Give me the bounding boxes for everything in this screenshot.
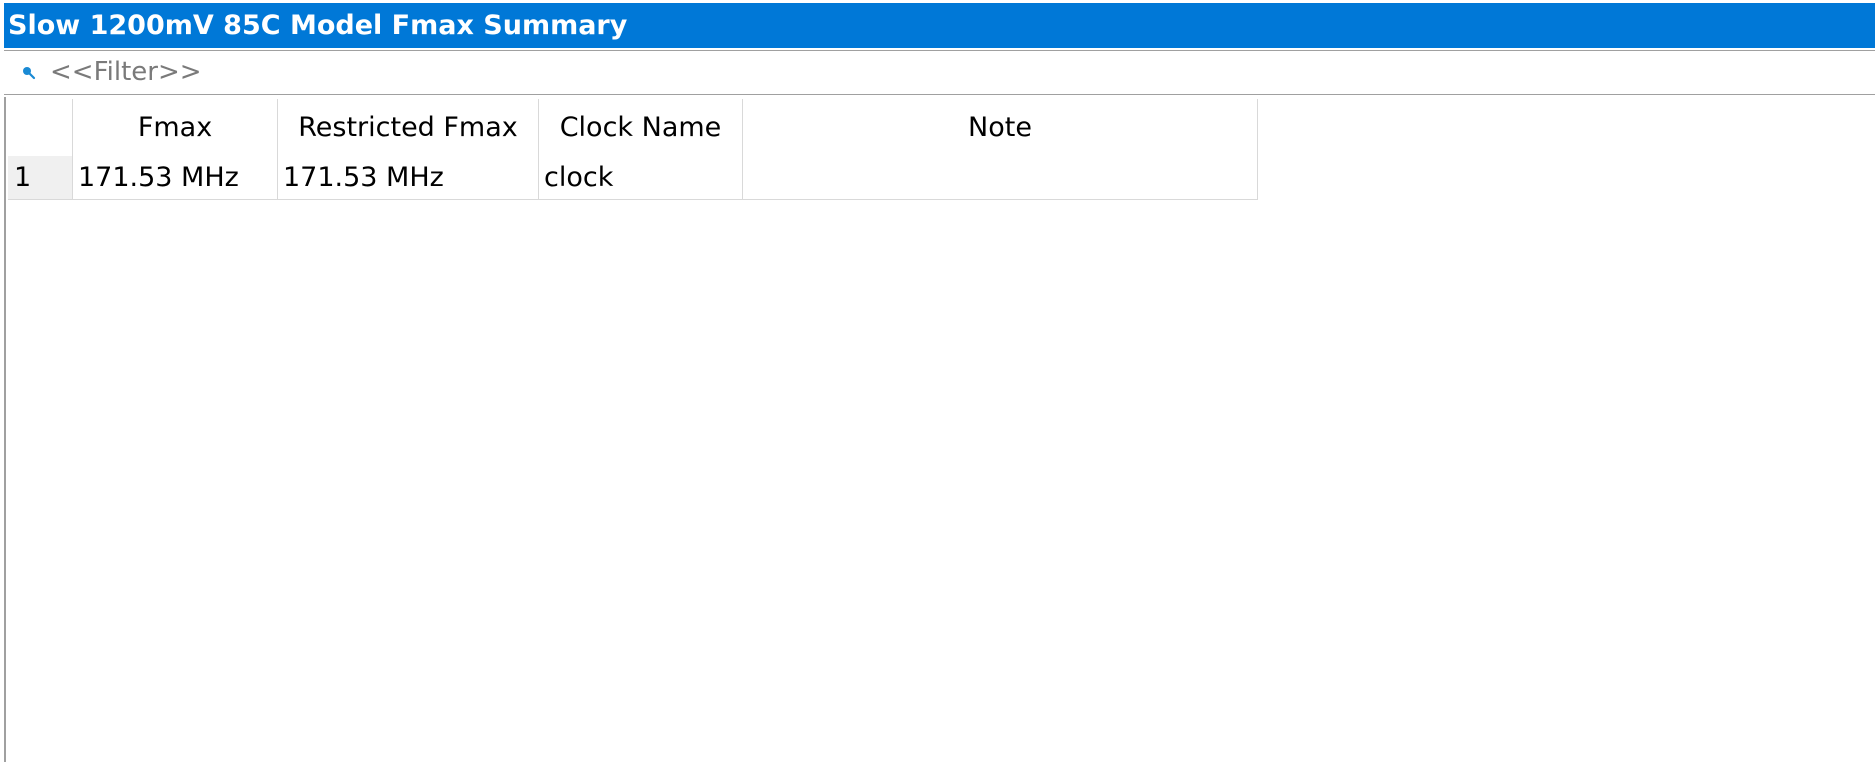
filter-bar bbox=[4, 50, 1875, 95]
table-header-row: Fmax Restricted Fmax Clock Name Note bbox=[8, 99, 1258, 156]
table-row[interactable]: 1 171.53 MHz 171.53 MHz clock bbox=[8, 156, 1258, 200]
column-header-note[interactable]: Note bbox=[742, 99, 1258, 156]
report-table-area: Fmax Restricted Fmax Clock Name Note 1 1… bbox=[4, 97, 1875, 762]
report-window: Slow 1200mV 85C Model Fmax Summary Fmax … bbox=[0, 0, 1875, 762]
fmax-summary-table: Fmax Restricted Fmax Clock Name Note 1 1… bbox=[8, 99, 1258, 200]
fmax-cell[interactable]: 171.53 MHz bbox=[72, 156, 278, 200]
search-icon[interactable] bbox=[21, 65, 37, 81]
column-header-restricted-fmax[interactable]: Restricted Fmax bbox=[277, 99, 539, 156]
panel-title: Slow 1200mV 85C Model Fmax Summary bbox=[4, 3, 1875, 48]
column-header-clock-name[interactable]: Clock Name bbox=[538, 99, 743, 156]
restricted-fmax-cell[interactable]: 171.53 MHz bbox=[277, 156, 539, 200]
clock-name-cell[interactable]: clock bbox=[538, 156, 743, 200]
column-header-index[interactable] bbox=[8, 99, 73, 156]
column-header-fmax[interactable]: Fmax bbox=[72, 99, 278, 156]
filter-input[interactable] bbox=[50, 55, 1750, 89]
row-index-cell: 1 bbox=[8, 156, 73, 200]
note-cell[interactable] bbox=[742, 156, 1258, 200]
